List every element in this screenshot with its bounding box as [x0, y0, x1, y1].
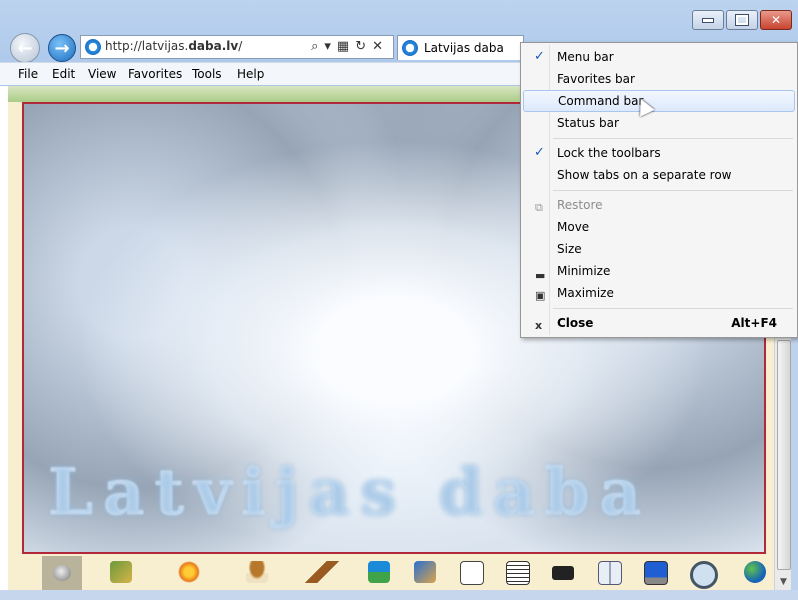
menu-item-label: Command bar	[558, 94, 644, 108]
minimize-icon	[702, 17, 714, 23]
browser-tab[interactable]: Latvijas daba	[397, 35, 524, 60]
menu-tools[interactable]: Tools	[192, 67, 222, 81]
close-button[interactable]: ✕	[760, 10, 792, 30]
address-url[interactable]: http://latvijas.daba.lv/	[105, 39, 242, 53]
restore-icon: ⧉	[535, 201, 543, 214]
url-prefix: http://latvijas.	[105, 39, 189, 53]
menu-item-size[interactable]: Size	[523, 238, 795, 260]
lake-icon[interactable]	[368, 561, 390, 583]
checkmark-icon: ✓	[534, 49, 545, 64]
menu-item-label: Minimize	[557, 264, 611, 278]
magnifier-icon[interactable]	[690, 561, 718, 589]
refresh-icon[interactable]: ↻	[355, 39, 372, 54]
computer-icon[interactable]	[644, 561, 668, 585]
menu-favorites[interactable]: Favorites	[128, 67, 182, 81]
tab-ie-icon	[402, 40, 418, 56]
menu-item-lock-toolbars[interactable]: ✓ Lock the toolbars	[523, 142, 795, 164]
dropdown-icon[interactable]: ▾	[324, 39, 337, 54]
url-suffix: /	[238, 39, 243, 53]
compatibility-icon[interactable]: ▦	[337, 39, 355, 54]
menu-item-label: Show tabs on a separate row	[557, 168, 732, 182]
close-icon: x	[535, 319, 543, 332]
checkmark-icon: ✓	[534, 145, 545, 160]
menu-separator	[553, 190, 793, 191]
menu-separator	[553, 308, 793, 309]
stop-icon[interactable]: ✕	[372, 39, 389, 54]
search-icon[interactable]: ⌕	[311, 39, 324, 54]
minimize-icon: ▬	[535, 269, 546, 282]
menu-item-label: Favorites bar	[557, 72, 635, 86]
menu-file[interactable]: File	[18, 67, 38, 81]
book-icon[interactable]	[598, 561, 622, 585]
menu-item-close[interactable]: x Close Alt+F4	[523, 312, 795, 334]
window-bottom-border	[0, 590, 798, 600]
menu-item-label: Status bar	[557, 116, 619, 130]
menu-item-menu-bar[interactable]: ✓ Menu bar	[523, 46, 795, 68]
menu-item-command-bar[interactable]: Command bar	[523, 90, 795, 112]
mushroom-icon[interactable]	[246, 561, 268, 583]
menu-item-restore: ⧉ Restore	[523, 194, 795, 216]
maximize-icon	[736, 15, 748, 25]
menu-item-minimize[interactable]: ▬ Minimize	[523, 260, 795, 282]
forward-arrow-icon: →	[54, 37, 70, 59]
menu-item-label: Size	[557, 242, 582, 256]
menu-item-maximize[interactable]: ▣ Maximize	[523, 282, 795, 304]
toolbar-context-menu: ✓ Menu bar Favorites bar Command bar Stat…	[520, 42, 798, 338]
menu-view[interactable]: View	[88, 67, 116, 81]
coin-icon[interactable]	[42, 556, 82, 590]
menu-item-label: Maximize	[557, 286, 614, 300]
site-icon-bar	[22, 556, 766, 590]
menu-item-favorites-bar[interactable]: Favorites bar	[523, 68, 795, 90]
maximize-button[interactable]	[726, 10, 758, 30]
scroll-thumb[interactable]	[777, 340, 791, 570]
tab-label: Latvijas daba	[424, 41, 504, 55]
menu-item-label: Move	[557, 220, 590, 234]
scroll-down-icon[interactable]: ▼	[775, 574, 792, 590]
menu-edit[interactable]: Edit	[52, 67, 75, 81]
menu-item-tabs-separate-row[interactable]: Show tabs on a separate row	[523, 164, 795, 186]
maximize-icon: ▣	[535, 289, 546, 302]
menu-item-shortcut: Alt+F4	[731, 316, 777, 330]
paint-icon[interactable]	[414, 561, 436, 583]
minimize-button[interactable]	[692, 10, 724, 30]
menu-item-label: Menu bar	[557, 50, 614, 64]
menu-item-status-bar[interactable]: Status bar	[523, 112, 795, 134]
banner-title: Latvijas daba	[48, 455, 651, 530]
map-icon[interactable]	[110, 561, 132, 583]
back-button[interactable]: ←	[10, 33, 40, 63]
ie-page-icon	[85, 39, 101, 55]
alphabet-icon[interactable]	[460, 561, 484, 585]
address-bar[interactable]: http://latvijas.daba.lv/ ⌕▾▦↻✕	[80, 35, 394, 59]
address-tools: ⌕▾▦↻✕	[311, 39, 389, 54]
menu-separator	[553, 138, 793, 139]
camera-icon[interactable]	[552, 566, 574, 580]
close-icon: ✕	[770, 13, 782, 27]
menu-item-move[interactable]: Move	[523, 216, 795, 238]
deer-icon[interactable]	[302, 561, 342, 583]
flowers-icon[interactable]	[178, 561, 200, 583]
menu-help[interactable]: Help	[237, 67, 264, 81]
back-arrow-icon: ←	[17, 37, 33, 59]
forward-button[interactable]: →	[48, 34, 76, 62]
menu-item-label: Lock the toolbars	[557, 146, 661, 160]
menu-item-label: Close	[557, 316, 594, 330]
globe-icon[interactable]	[744, 561, 766, 583]
menu-item-label: Restore	[557, 198, 603, 212]
table-icon[interactable]	[506, 561, 530, 585]
url-domain: daba.lv	[188, 39, 239, 53]
